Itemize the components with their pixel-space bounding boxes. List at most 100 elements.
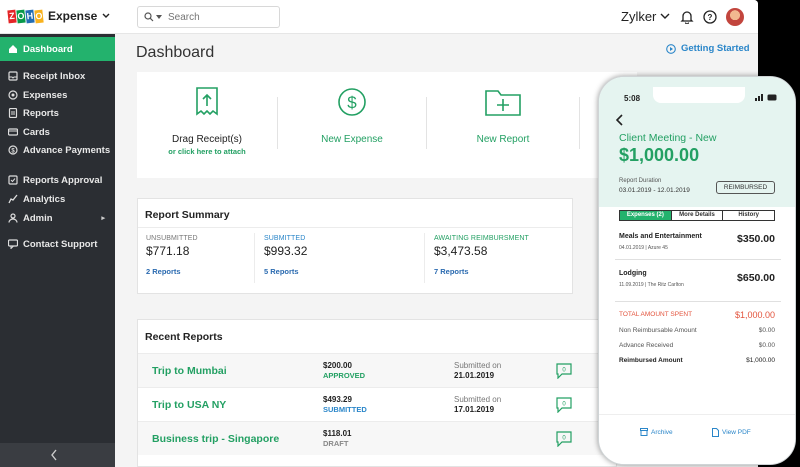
chevron-down-icon[interactable]	[660, 13, 670, 21]
sidebar-item-admin[interactable]: Admin ▸	[0, 208, 115, 228]
sidebar-item-expenses[interactable]: Expenses	[0, 85, 115, 105]
report-icon	[8, 108, 18, 118]
summary-reports-link[interactable]: 2 Reports	[146, 267, 266, 276]
comment-icon[interactable]: 0	[556, 397, 572, 413]
user-icon	[8, 213, 18, 223]
receipt-upload-icon	[196, 87, 218, 116]
report-name-link[interactable]: Trip to USA NY	[152, 399, 226, 411]
expense-item[interactable]: Lodging 11.09.2019 | The Ritz Carlton $6…	[619, 270, 775, 308]
attach-link[interactable]: or click here to attach	[137, 147, 277, 156]
sidebar-item-receipt-inbox[interactable]: Receipt Inbox	[0, 66, 115, 86]
sidebar-item-advance-payments[interactable]: $ Advance Payments	[0, 140, 115, 160]
tab-expenses[interactable]: Expenses (2)	[620, 211, 672, 220]
sidebar-item-contact-support[interactable]: Contact Support	[0, 234, 115, 254]
divider	[424, 233, 425, 283]
coin-icon	[8, 90, 18, 100]
caret-down-icon[interactable]	[156, 14, 162, 20]
comment-icon[interactable]: 0	[556, 431, 572, 447]
play-icon	[666, 43, 676, 54]
search-box[interactable]	[137, 6, 280, 28]
summary-unsubmitted: UNSUBMITTED $771.18 2 Reports	[146, 235, 266, 276]
chevron-left-icon[interactable]	[49, 448, 59, 462]
app-switcher[interactable]: Z O H O Expense	[7, 9, 111, 23]
search-input[interactable]	[168, 11, 268, 23]
tab-history[interactable]: History	[723, 211, 774, 220]
sidebar-item-reports[interactable]: Reports	[0, 103, 115, 123]
report-status: APPROVED	[323, 371, 366, 380]
drag-receipt-label: Drag Receipt(s)	[171, 134, 243, 145]
table-row[interactable]: Trip to USA NY $493.29 SUBMITTED Submitt…	[138, 387, 616, 421]
mobile-app-preview: 5:08 Client Meeting - New $1,000.00 Repo…	[598, 76, 796, 465]
total-label: Non Reimbursable Amount	[619, 327, 697, 334]
duration-value: 03.01.2019 - 12.01.2019	[619, 187, 690, 194]
summary-reports-link[interactable]: 7 Reports	[434, 267, 570, 276]
phone-footer: Archive View PDF	[599, 414, 795, 464]
bell-icon[interactable]	[680, 10, 694, 24]
total-value: $1,000.00	[734, 310, 775, 320]
advance-received-row: Advance Received $0.00	[619, 342, 775, 354]
divider	[254, 233, 255, 283]
comment-count: 0	[562, 436, 566, 442]
tab-more-details[interactable]: More Details	[672, 211, 724, 220]
summary-awaiting: AWAITING REIMBURSMENT $3,473.58 7 Report…	[434, 235, 570, 276]
total-value: $0.00	[758, 342, 775, 349]
submenu-arrow-icon: ▸	[101, 215, 105, 222]
report-name-link[interactable]: Business trip - Singapore	[152, 433, 279, 445]
getting-started-link[interactable]: Getting Started	[666, 43, 750, 54]
archive-icon	[640, 428, 648, 436]
report-amount: $200.00	[323, 361, 352, 370]
status-bar-icons	[755, 94, 777, 101]
report-title: Client Meeting - New	[619, 132, 717, 144]
view-pdf-label: View PDF	[722, 429, 751, 436]
comment-count: 0	[562, 368, 566, 374]
sidebar-item-label: Admin	[23, 212, 53, 224]
summary-reports-link[interactable]: 5 Reports	[264, 267, 384, 276]
new-report-button[interactable]: New Report	[427, 72, 579, 178]
chevron-down-icon	[102, 13, 110, 18]
report-status: DRAFT	[323, 439, 349, 448]
report-total: $1,000.00	[619, 145, 700, 165]
comment-icon[interactable]: 0	[556, 363, 572, 379]
archive-button[interactable]: Archive	[640, 428, 673, 436]
table-row[interactable]: Trip to Mumbai $200.00 APPROVED Submitte…	[138, 353, 616, 387]
divider	[615, 259, 781, 260]
avatar[interactable]	[726, 8, 744, 26]
report-amount: $118.01	[323, 429, 352, 438]
sidebar-item-label: Receipt Inbox	[23, 70, 86, 82]
app-name: Expense	[48, 9, 98, 23]
expense-item[interactable]: Meals and Entertainment 04.01.2019 | Azu…	[619, 233, 775, 271]
org-name[interactable]: Zylker	[621, 9, 656, 24]
view-pdf-button[interactable]: View PDF	[712, 428, 751, 437]
getting-started-label: Getting Started	[681, 43, 750, 54]
summary-label: UNSUBMITTED	[146, 235, 198, 242]
report-amount: $493.29	[323, 395, 352, 404]
sidebar-collapse-bar[interactable]	[0, 443, 115, 467]
archive-label: Archive	[651, 428, 673, 436]
help-icon[interactable]: ?	[703, 10, 717, 24]
total-value: $0.00	[758, 327, 775, 334]
new-expense-button[interactable]: $ New Expense	[278, 72, 426, 178]
expense-amount: $350.00	[737, 233, 775, 245]
pdf-icon	[712, 428, 719, 437]
card-icon	[8, 128, 18, 136]
new-report-label: New Report	[476, 134, 530, 145]
sidebar-item-dashboard[interactable]: Dashboard	[0, 37, 115, 61]
comment-count: 0	[562, 402, 566, 408]
duration-label: Report Duration	[619, 178, 662, 184]
sidebar-item-cards[interactable]: Cards	[0, 122, 115, 142]
drag-receipt-dropzone[interactable]: Drag Receipt(s) or click here to attach	[137, 72, 277, 178]
dollar-circle-icon: $	[8, 145, 18, 155]
total-amount-row: TOTAL AMOUNT SPENT $1,000.00	[619, 310, 775, 323]
sidebar-item-reports-approval[interactable]: Reports Approval	[0, 170, 115, 190]
phone-notch	[653, 87, 745, 103]
expense-category: Meals and Entertainment	[619, 233, 702, 240]
table-row[interactable]: Business trip - Singapore $118.01 DRAFT …	[138, 421, 616, 455]
brand-logo-letter: H	[25, 9, 35, 23]
summary-submitted: SUBMITTED $993.32 5 Reports	[264, 235, 384, 276]
report-name-link[interactable]: Trip to Mumbai	[152, 365, 227, 377]
submitted-label: Submitted on	[454, 395, 502, 404]
expense-date: 04.01.2019	[619, 245, 645, 251]
back-arrow-icon[interactable]	[616, 114, 624, 126]
report-tabs: Expenses (2) More Details History	[619, 210, 775, 221]
sidebar-item-analytics[interactable]: Analytics	[0, 189, 115, 209]
